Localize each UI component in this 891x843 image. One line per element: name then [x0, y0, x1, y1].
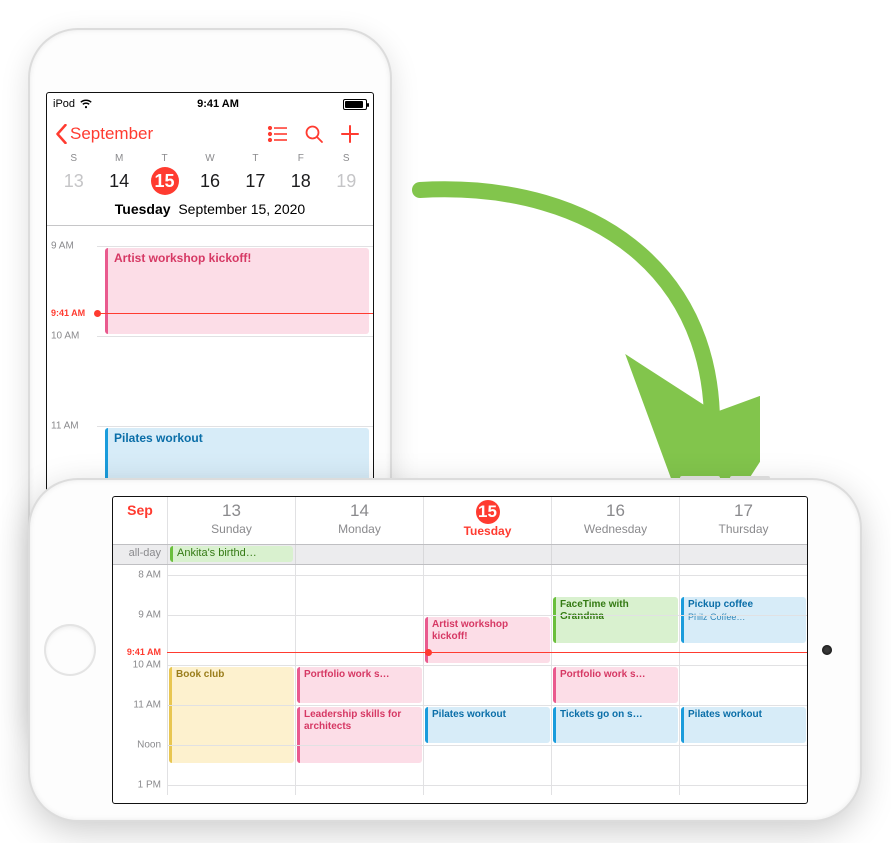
event-title: Portfolio work s…: [304, 669, 390, 680]
hour-label: 9 AM: [51, 241, 74, 252]
dow-label: F: [278, 153, 323, 164]
day-number-today[interactable]: 15: [151, 167, 179, 195]
battery-icon: [343, 99, 367, 110]
day-column-wednesday[interactable]: FaceTime with Grandma Portfolio work s… …: [551, 565, 679, 795]
navigation-bar: September: [47, 115, 373, 153]
event-pilates[interactable]: Pilates workout: [681, 707, 806, 743]
home-button[interactable]: [44, 624, 96, 676]
week-header: S 13 M 14 T 15 W 16 T 17 F 18 S 19: [47, 153, 373, 195]
event-subtitle: Philz Coffee…: [688, 611, 802, 623]
event-title: Book club: [176, 669, 224, 680]
hour-label: 11 AM: [51, 421, 79, 432]
selected-date-full: September 15, 2020: [178, 201, 305, 217]
hour-label: 1 PM: [138, 780, 161, 791]
day-number[interactable]: 16: [187, 167, 232, 195]
wifi-icon: [79, 99, 93, 109]
event-leadership[interactable]: Leadership skills for architects: [297, 707, 422, 763]
allday-label: all-day: [113, 545, 167, 564]
event-title: Pickup coffee: [688, 599, 753, 610]
day-number[interactable]: 17: [233, 167, 278, 195]
current-time-indicator: 9:41 AM: [113, 647, 807, 657]
day-column-header[interactable]: 14Monday: [295, 497, 423, 544]
rotation-arrow: [400, 160, 760, 500]
back-label: September: [70, 124, 153, 144]
dow-label: S: [51, 153, 96, 164]
day-column-header[interactable]: 13Sunday: [167, 497, 295, 544]
event-title: FaceTime with Grandma: [560, 599, 629, 622]
hour-label: 10 AM: [51, 331, 79, 342]
event-title: Leadership skills for architects: [304, 709, 401, 732]
selected-dow: Tuesday: [115, 201, 171, 217]
day-column-header[interactable]: 17Thursday: [679, 497, 807, 544]
status-bar: iPod 9:41 AM: [47, 93, 373, 115]
week-grid[interactable]: 8 AM 9 AM 10 AM 11 AM Noon 1 PM Book clu…: [113, 565, 807, 795]
front-camera: [822, 645, 832, 655]
day-column-thursday[interactable]: Pickup coffeePhilz Coffee… Pilates worko…: [679, 565, 807, 795]
dow-label: M: [96, 153, 141, 164]
landscape-screen: Sep 13Sunday 14Monday 15Tuesday 16Wednes…: [112, 496, 808, 804]
hour-label: 11 AM: [133, 700, 161, 711]
allday-row: all-day Ankita's birthd…: [113, 545, 807, 565]
back-button[interactable]: September: [55, 124, 257, 144]
carrier-label: iPod: [53, 98, 75, 110]
day-number[interactable]: 13: [51, 167, 96, 195]
event-facetime[interactable]: FaceTime with Grandma: [553, 597, 678, 643]
now-label: 9:41 AM: [113, 647, 167, 657]
event-title: Artist workshop kickoff!: [114, 251, 251, 265]
event-title: Tickets go on s…: [560, 709, 643, 720]
now-label: 9:41 AM: [51, 308, 93, 318]
chevron-left-icon: [55, 124, 68, 144]
event-book-club[interactable]: Book club: [169, 667, 294, 763]
month-label[interactable]: Sep: [113, 497, 167, 544]
dow-label: T: [142, 153, 187, 164]
selected-date: Tuesday September 15, 2020: [47, 195, 373, 225]
time-gutter: 8 AM 9 AM 10 AM 11 AM Noon 1 PM: [113, 565, 167, 795]
event-artist-workshop[interactable]: Artist workshop kickoff!: [105, 248, 369, 334]
week-header-landscape: Sep 13Sunday 14Monday 15Tuesday 16Wednes…: [113, 497, 807, 545]
status-time: 9:41 AM: [197, 98, 239, 110]
ipod-landscape: Sep 13Sunday 14Monday 15Tuesday 16Wednes…: [30, 480, 860, 820]
dow-label: S: [324, 153, 369, 164]
event-pilates[interactable]: Pilates workout: [425, 707, 550, 743]
event-portfolio[interactable]: Portfolio work s…: [553, 667, 678, 703]
dow-label: W: [187, 153, 232, 164]
event-title: Pilates workout: [114, 431, 203, 445]
hour-label: 10 AM: [133, 660, 161, 671]
day-column-tuesday[interactable]: Artist workshop kickoff! Pilates workout: [423, 565, 551, 795]
event-title: Pilates workout: [432, 709, 506, 720]
day-column-sunday[interactable]: Book club: [167, 565, 295, 795]
day-column-monday[interactable]: Portfolio work s… Leadership skills for …: [295, 565, 423, 795]
day-column-header-today[interactable]: 15Tuesday: [423, 497, 551, 544]
day-number[interactable]: 18: [278, 167, 323, 195]
hour-label: 9 AM: [138, 610, 161, 621]
view-list-icon[interactable]: [263, 126, 293, 142]
search-icon[interactable]: [299, 124, 329, 144]
event-title: Portfolio work s…: [560, 669, 646, 680]
event-pickup-coffee[interactable]: Pickup coffeePhilz Coffee…: [681, 597, 806, 643]
dow-label: T: [233, 153, 278, 164]
event-title: Pilates workout: [688, 709, 762, 720]
day-number[interactable]: 19: [324, 167, 369, 195]
hour-label: 8 AM: [138, 570, 161, 581]
event-portfolio[interactable]: Portfolio work s…: [297, 667, 422, 703]
event-allday-birthday[interactable]: Ankita's birthd…: [170, 546, 293, 562]
day-column-header[interactable]: 16Wednesday: [551, 497, 679, 544]
day-number[interactable]: 14: [96, 167, 141, 195]
current-time-indicator: 9:41 AM: [51, 308, 373, 318]
add-event-icon[interactable]: [335, 124, 365, 144]
hour-label: Noon: [137, 740, 161, 751]
event-title: Artist workshop kickoff!: [432, 619, 508, 642]
event-tickets[interactable]: Tickets go on s…: [553, 707, 678, 743]
